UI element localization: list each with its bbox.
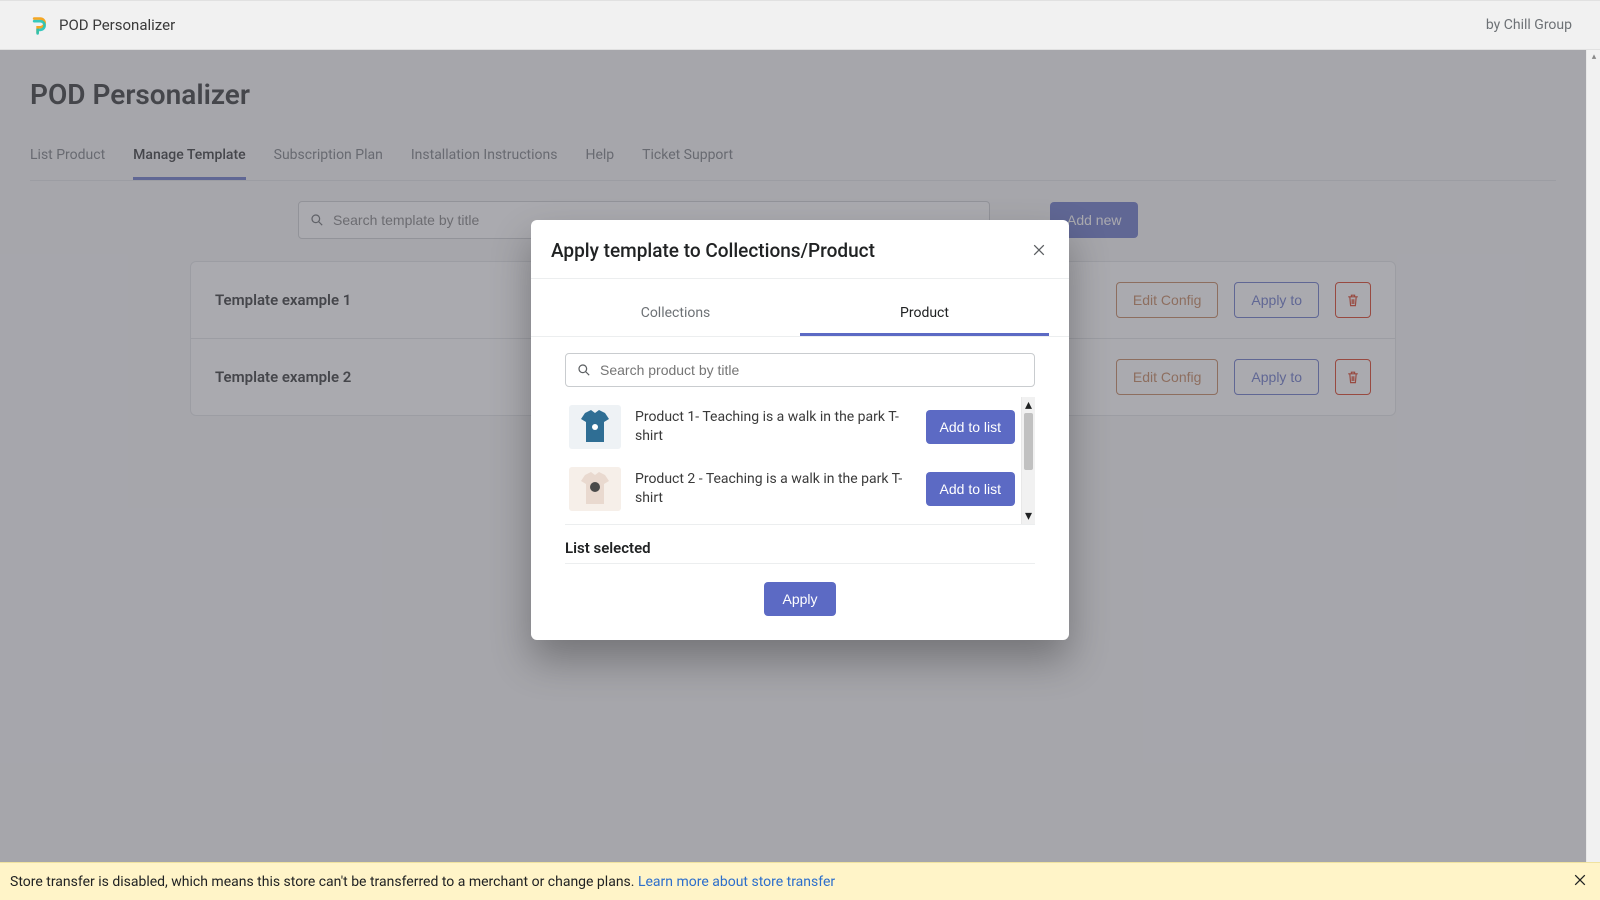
product-list: Product 1- Teaching is a walk in the par… [565,397,1035,525]
apply-template-modal: Apply template to Collections/Product Co… [531,220,1069,640]
add-to-list-button[interactable]: Add to list [926,472,1015,506]
product-title: Product 1- Teaching is a walk in the par… [635,408,912,446]
modal-tab[interactable]: Collections [551,293,800,336]
product-title: Product 2 - Teaching is a walk in the pa… [635,470,912,508]
add-to-list-button[interactable]: Add to list [926,410,1015,444]
page-scrollbar[interactable]: ▴ [1586,50,1600,900]
search-product-field[interactable] [600,362,1024,378]
scroll-down-icon: ▾ [1025,508,1032,524]
search-product-input[interactable] [565,353,1035,387]
modal-tabs: CollectionsProduct [531,293,1069,337]
banner-text: Store transfer is disabled, which means … [10,874,638,890]
product-thumbnail [569,405,621,449]
product-list-scrollbar[interactable]: ▴ ▾ [1021,397,1035,524]
app-byline: by Chill Group [1486,17,1572,33]
product-thumbnail [569,467,621,511]
list-selected-heading: List selected [565,525,1035,564]
scroll-thumb[interactable] [1024,413,1033,470]
close-icon [1572,872,1588,888]
modal-close-button[interactable] [1027,238,1051,262]
scroll-up-icon: ▴ [1587,50,1600,64]
apply-button[interactable]: Apply [764,582,835,616]
banner-link[interactable]: Learn more about store transfer [638,874,835,890]
close-icon [1031,242,1047,258]
search-icon [576,362,592,378]
topbar: POD Personalizer by Chill Group [0,0,1600,50]
modal-tab[interactable]: Product [800,293,1049,336]
banner-close-button[interactable] [1572,872,1588,892]
app-name: POD Personalizer [59,16,175,34]
scroll-up-icon: ▴ [1025,397,1032,413]
product-item: Product 2 - Teaching is a walk in the pa… [565,459,1017,521]
product-item: Product 1- Teaching is a walk in the par… [565,397,1017,459]
app-logo-icon [28,15,49,36]
store-transfer-banner: Store transfer is disabled, which means … [0,862,1600,900]
modal-title: Apply template to Collections/Product [551,239,875,262]
